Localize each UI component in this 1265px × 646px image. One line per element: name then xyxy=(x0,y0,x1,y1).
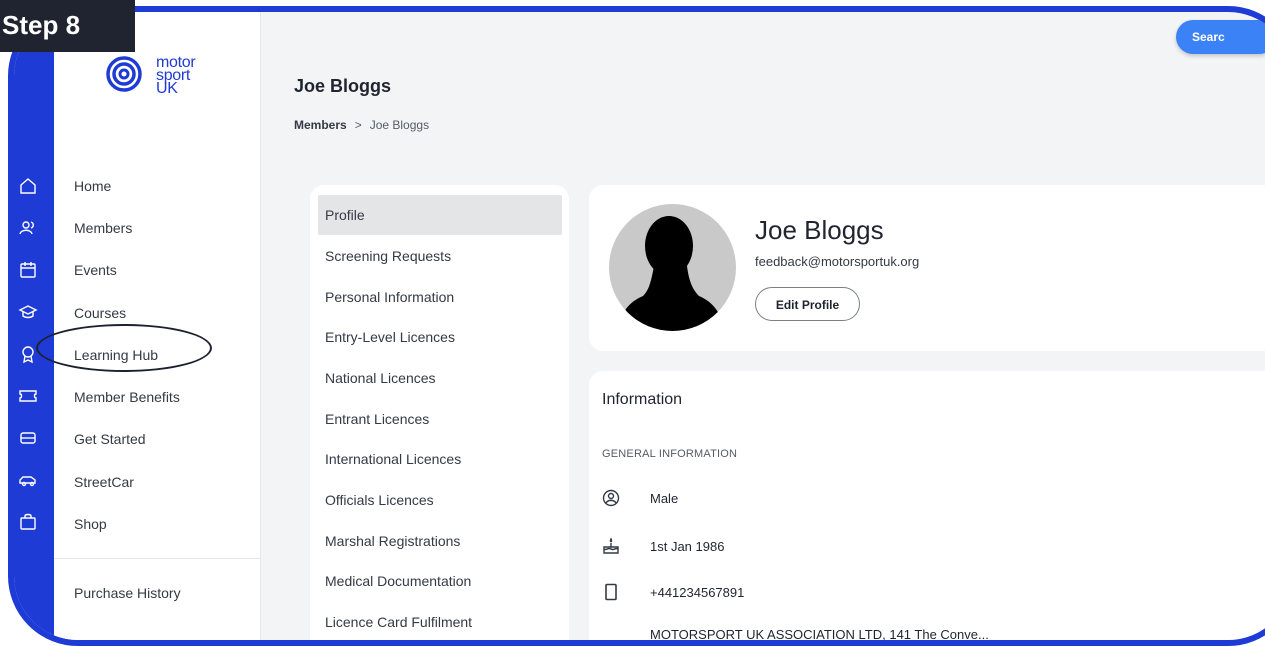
avatar xyxy=(609,204,736,331)
profile-tabs: Profile Screening Requests Personal Info… xyxy=(310,185,569,640)
sidebar-item-streetcar[interactable]: StreetCar xyxy=(74,474,134,490)
information-title: Information xyxy=(602,391,683,408)
information-card: Information GENERAL INFORMATION Male 1st… xyxy=(589,371,1265,642)
car-side-icon[interactable] xyxy=(18,470,38,490)
home-icon[interactable] xyxy=(18,176,38,196)
tab-medical-documentation[interactable]: Medical Documentation xyxy=(318,561,562,601)
profile-email: feedback@motorsportuk.org xyxy=(755,254,920,269)
person-silhouette-icon xyxy=(617,216,724,331)
members-icon[interactable] xyxy=(18,218,38,238)
search-button[interactable]: Searc xyxy=(1176,20,1265,54)
profile-name: Joe Bloggs xyxy=(755,215,884,245)
breadcrumb-current: Joe Bloggs xyxy=(369,118,430,132)
edit-profile-button[interactable]: Edit Profile xyxy=(755,287,860,321)
award-icon[interactable] xyxy=(18,344,38,364)
mobile-phone-icon xyxy=(602,583,620,601)
motorsport-uk-logo[interactable]: motor sport UK xyxy=(104,54,234,104)
car-front-icon[interactable] xyxy=(18,428,38,448)
calendar-icon[interactable] xyxy=(18,260,38,280)
sidebar-item-purchase-history[interactable]: Purchase History xyxy=(74,585,181,601)
gender-value: Male xyxy=(650,491,679,506)
address-value: MOTORSPORT UK ASSOCIATION LTD, 141 The C… xyxy=(650,627,989,642)
sidebar-item-get-started[interactable]: Get Started xyxy=(74,431,146,447)
general-information-heading: GENERAL INFORMATION xyxy=(602,448,738,460)
user-circle-icon xyxy=(602,489,620,507)
sidebar-item-courses[interactable]: Courses xyxy=(74,305,126,321)
birthday-cake-icon xyxy=(602,537,620,555)
breadcrumb: Members > Joe Bloggs xyxy=(294,118,429,132)
logo-swirl-icon xyxy=(106,56,142,92)
app-frame: motor sport UK Home Members Events Cours… xyxy=(8,6,1265,646)
breadcrumb-separator: > xyxy=(354,118,362,132)
ticket-icon[interactable] xyxy=(18,386,38,406)
profile-card: Joe Bloggs feedback@motorsportuk.org Edi… xyxy=(589,185,1265,351)
sidebar-item-home[interactable]: Home xyxy=(74,178,111,194)
sidebar-divider xyxy=(54,558,261,559)
tab-personal-information[interactable]: Personal Information xyxy=(318,277,562,317)
phone-value: +441234567891 xyxy=(650,585,745,600)
tab-marshal-registrations[interactable]: Marshal Registrations xyxy=(318,521,562,561)
tab-officials-licences[interactable]: Officials Licences xyxy=(318,480,562,520)
tab-profile[interactable]: Profile xyxy=(318,195,562,235)
highlight-circle xyxy=(36,324,212,372)
main-content: Searc Joe Bloggs Members > Joe Bloggs Prof… xyxy=(261,12,1265,640)
breadcrumb-members-link[interactable]: Members xyxy=(294,118,347,132)
sidebar-item-shop[interactable]: Shop xyxy=(74,516,107,532)
sidebar-item-member-benefits[interactable]: Member Benefits xyxy=(74,389,180,405)
logo-text-uk: UK xyxy=(156,80,178,97)
tab-international-licences[interactable]: International Licences xyxy=(318,439,562,479)
page-title: Joe Bloggs xyxy=(294,76,392,96)
tab-licence-card-fulfilment[interactable]: Licence Card Fulfilment xyxy=(318,602,562,640)
sidebar-item-events[interactable]: Events xyxy=(74,262,117,278)
icon-rail xyxy=(14,12,54,640)
shopping-bag-icon[interactable] xyxy=(18,512,38,532)
tab-entrant-licences[interactable]: Entrant Licences xyxy=(318,399,562,439)
tab-screening-requests[interactable]: Screening Requests xyxy=(318,236,562,276)
tab-national-licences[interactable]: National Licences xyxy=(318,358,562,398)
sidebar-item-members[interactable]: Members xyxy=(74,220,132,236)
tab-entry-level-licences[interactable]: Entry-Level Licences xyxy=(318,317,562,357)
dob-value: 1st Jan 1986 xyxy=(650,539,725,554)
graduation-cap-icon[interactable] xyxy=(18,302,38,322)
step-badge: Step 8 xyxy=(0,0,135,52)
